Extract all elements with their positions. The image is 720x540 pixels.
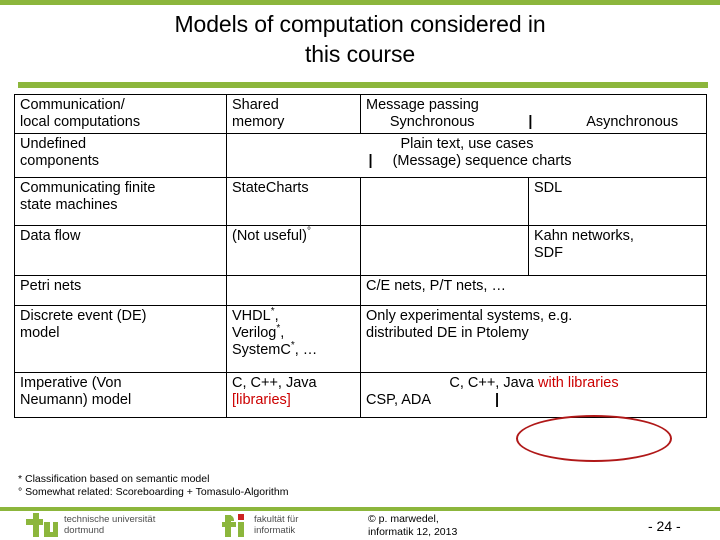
table-row: Communicating finite state machines Stat…: [14, 177, 707, 226]
row4-sm-line2-tail: ,: [280, 325, 285, 341]
row-label-discrete-event-model: Discrete event (DE) model: [14, 305, 227, 373]
header-communication-line2: local computations: [20, 114, 141, 130]
row4-merged-line1: Only experimental systems, e.g.: [366, 308, 573, 324]
row2-label-line1: Data flow: [20, 228, 81, 244]
header-synchronous: Synchronous: [389, 114, 475, 130]
models-of-computation-table-wrapper: Communication/ local computations Shared…: [14, 94, 707, 418]
table-header-row: Communication/ local computations Shared…: [14, 94, 707, 134]
row5-shared-memory-cell: C, C++, Java [libraries]: [226, 372, 361, 418]
row5-sm-line2-libraries: [libraries]: [232, 392, 291, 408]
tu-logo-line2: dortmund: [64, 525, 105, 536]
row5-mp-line1-plain: C, C++, Java: [449, 375, 534, 391]
fakultaet-informatik-logo: fakultät für informatik: [220, 513, 298, 537]
fi-logo-text: fakultät für informatik: [254, 514, 298, 537]
row5-mp-line2: CSP, ADA: [366, 392, 432, 408]
table-row: Discrete event (DE) model VHDL*, Verilog…: [14, 305, 707, 373]
header-asynchronous: Asynchronous: [586, 114, 679, 130]
header-shared-memory-line2: memory: [232, 114, 285, 130]
table-row: Undefined components Plain text, use cas…: [14, 133, 707, 178]
row1-label-line2: state machines: [20, 197, 118, 213]
row2-shared-memory-cell: (Not useful)°: [226, 225, 361, 276]
row5-mp-line2-divider: |: [495, 392, 500, 408]
models-of-computation-table: Communication/ local computations Shared…: [14, 94, 707, 418]
row0-label-line1: Undefined: [20, 136, 87, 152]
row-label-imperative-model: Imperative (Von Neumann) model: [14, 372, 227, 418]
title-accent-bar: [18, 82, 708, 88]
page-title-line1: Models of computation considered in: [174, 11, 546, 37]
row1-shared-memory-cell: StateCharts: [226, 177, 361, 226]
row2-shared-memory-text: (Not useful): [232, 228, 307, 244]
tu-logo-line1: technische universität: [64, 513, 156, 525]
row0-merged-line2: (Message) sequence charts: [392, 153, 572, 169]
table-row: Data flow (Not useful)° Kahn networks, S…: [14, 225, 707, 276]
row2-shared-memory-footnote-mark: °: [306, 226, 311, 238]
tu-logo-icon: [24, 513, 58, 537]
row4-sm-line1: VHDL*,: [232, 307, 356, 325]
row0-label-line2: components: [20, 153, 99, 169]
table-row: Petri nets C/E nets, P/T nets, …: [14, 275, 707, 306]
row0-merged-line1: Plain text, use cases: [400, 136, 534, 152]
row-label-communicating-fsm: Communicating finite state machines: [14, 177, 227, 226]
header-cell-shared-memory: Shared memory: [226, 94, 361, 134]
row5-mp-line1-highlight: with libraries: [538, 375, 619, 391]
row5-sm-line1: C, C++, Java: [232, 375, 317, 391]
row-label-petri-nets: Petri nets: [14, 275, 227, 306]
row1-label-line1: Communicating finite: [20, 180, 156, 196]
footnotes: * Classification based on semantic model…: [18, 473, 288, 499]
bottom-accent-bar: [0, 507, 720, 511]
footnote-degree: ° Somewhat related: Scoreboarding + Toma…: [18, 486, 289, 498]
row3-merged-cell: C/E nets, P/T nets, …: [360, 275, 707, 306]
row4-label-line2: model: [20, 325, 60, 341]
row1-synchronous-cell: [360, 177, 529, 226]
fi-logo-icon: [220, 513, 248, 537]
footnote-asterisk: * Classification based on semantic model: [18, 473, 210, 485]
row4-merged-cell: Only experimental systems, e.g. distribu…: [360, 305, 707, 373]
tu-dortmund-logo: technische universität dortmund: [24, 513, 155, 537]
row0-merged-cell: Plain text, use cases | (Message) sequen…: [226, 133, 707, 178]
row4-sm-line1-tail: ,: [274, 308, 279, 324]
page-title: Models of computation considered in this…: [0, 9, 720, 69]
row3-shared-memory-cell: [226, 275, 361, 306]
copyright-notice: © p. marwedel, informatik 12, 2013: [368, 513, 457, 539]
row0-merged-divider: |: [368, 153, 373, 169]
row2-asynchronous-line2: SDF: [534, 245, 563, 261]
row4-merged-line2: distributed DE in Ptolemy: [366, 325, 529, 341]
row4-sm-line3: SystemC*, …: [232, 341, 356, 359]
fi-logo-line1: fakultät für: [254, 513, 299, 525]
row4-sm-line2-text: Verilog: [232, 325, 277, 341]
page-title-line2: this course: [304, 41, 416, 67]
row5-merged-cell: C, C++, Java with libraries CSP, ADA |: [360, 372, 707, 418]
row5-label-line1: Imperative (Von: [20, 375, 122, 391]
row5-mp-line1: C, C++, Java with libraries: [366, 375, 702, 392]
row2-synchronous-cell: [360, 225, 529, 276]
row2-asynchronous-cell: Kahn networks, SDF: [528, 225, 707, 276]
row5-label-line2: Neumann) model: [20, 392, 132, 408]
header-message-passing: Message passing: [366, 97, 479, 113]
row4-sm-line1-text: VHDL: [232, 308, 271, 324]
row-label-data-flow: Data flow: [14, 225, 227, 276]
header-cell-communication: Communication/ local computations: [14, 94, 227, 134]
copyright-line2: informatik 12, 2013: [368, 526, 458, 538]
row1-asynchronous-cell: SDL: [528, 177, 707, 226]
row4-sm-line3-text: SystemC: [232, 342, 291, 358]
red-ellipse-annotation: [516, 415, 672, 462]
header-column-divider: |: [528, 114, 533, 130]
table-row: Imperative (Von Neumann) model C, C++, J…: [14, 372, 707, 418]
row4-label-line1: Discrete event (DE): [20, 308, 147, 324]
tu-logo-text: technische universität dortmund: [64, 514, 155, 537]
row4-shared-memory-cell: VHDL*, Verilog*, SystemC*, …: [226, 305, 361, 373]
top-accent-bar: [0, 0, 720, 5]
row-label-undefined-components: Undefined components: [14, 133, 227, 178]
row4-sm-line3-tail: , …: [294, 342, 318, 358]
header-communication-line1: Communication/: [20, 97, 125, 113]
copyright-line1: © p. marwedel,: [368, 513, 439, 525]
header-shared-memory-line1: Shared: [232, 97, 279, 113]
page-number: - 24 -: [648, 518, 681, 534]
row2-asynchronous-line1: Kahn networks,: [534, 228, 634, 244]
header-cell-message-passing: Message passing Synchronous | Asynchrono…: [360, 94, 707, 134]
fi-logo-line2: informatik: [254, 525, 296, 536]
